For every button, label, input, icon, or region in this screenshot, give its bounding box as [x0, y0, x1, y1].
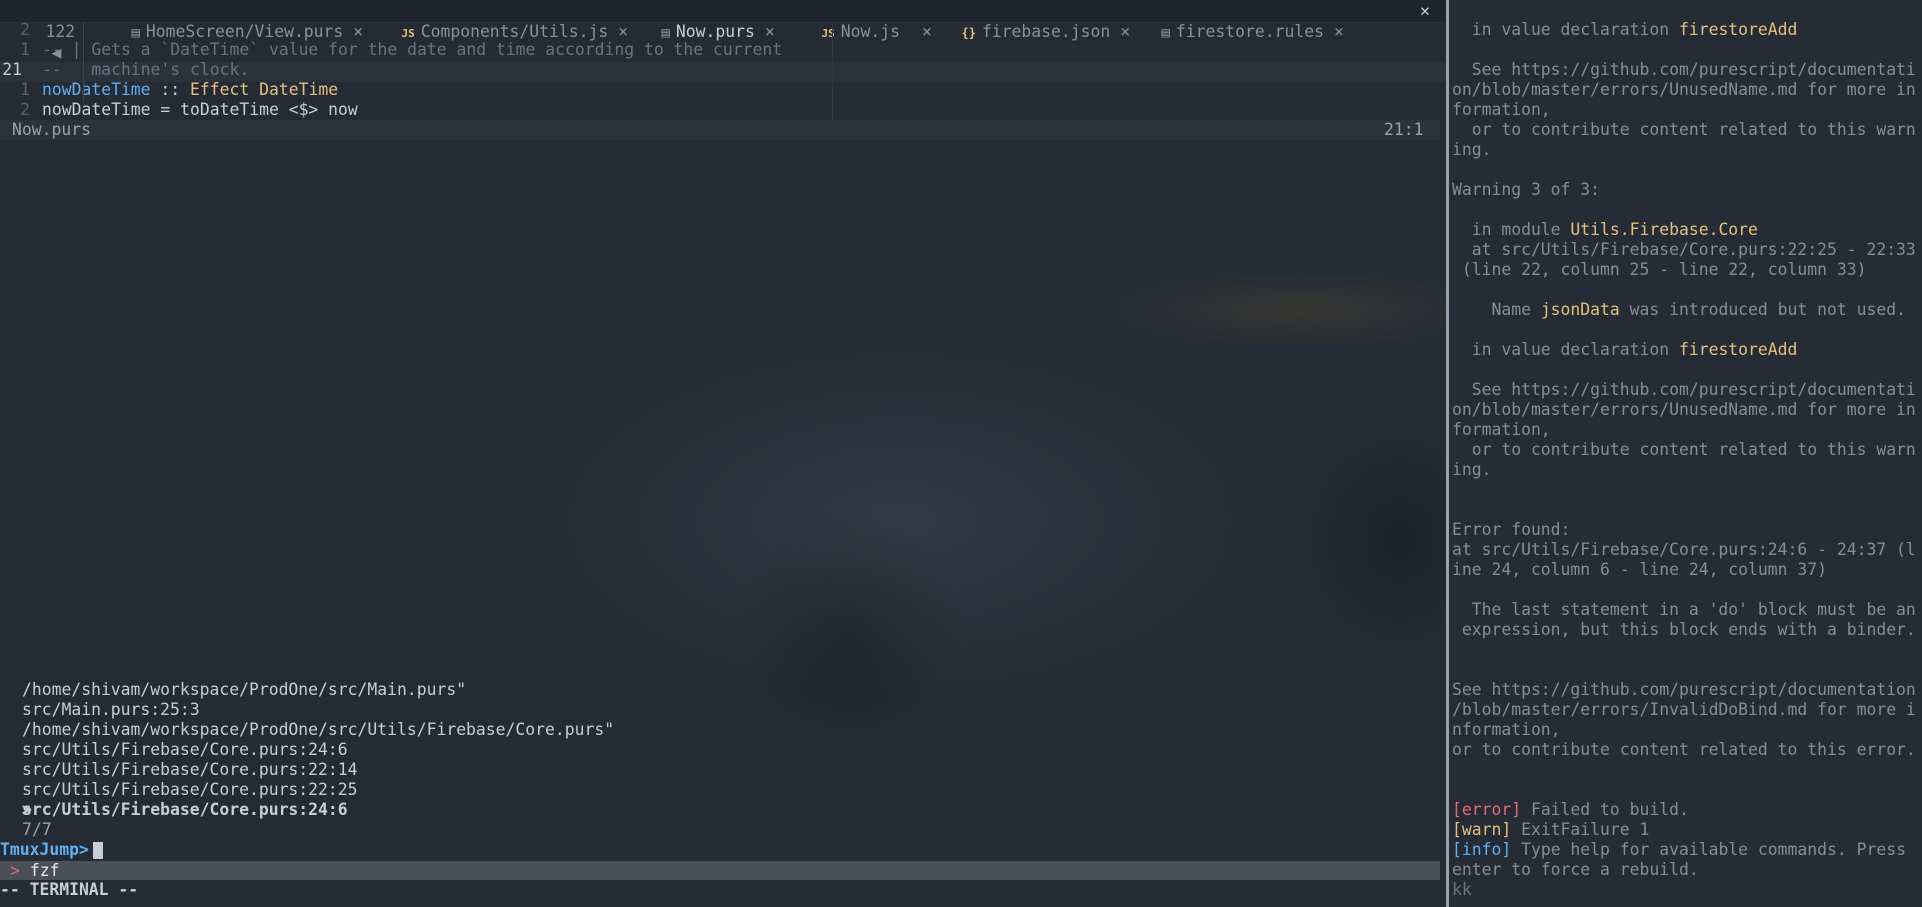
- tab-firestore-rules[interactable]: ▤ firestore.rules ×: [1122, 0, 1343, 41]
- output-line: Name jsonData was introduced but not use…: [1452, 300, 1906, 319]
- output-line: See https://github.com/purescript/docume…: [1452, 680, 1916, 699]
- output-line: ing.: [1452, 140, 1492, 159]
- output-line: at src/Utils/Firebase/Core.purs:24:6 - 2…: [1452, 540, 1916, 559]
- output-line: at src/Utils/Firebase/Core.purs:22:25 - …: [1452, 240, 1916, 259]
- output-line: in module Utils.Firebase.Core: [1452, 220, 1758, 239]
- output-line: See https://github.com/purescript/docume…: [1452, 380, 1916, 399]
- error-tag: [error]: [1452, 800, 1522, 819]
- output-line: enter to force a rebuild.: [1452, 860, 1699, 879]
- fzf-result-item[interactable]: src/Utils/Firebase/Core.purs:24:6: [22, 740, 348, 760]
- current-line-number: 21: [2, 60, 22, 79]
- compiler-output-pane[interactable]: in value declaration firestoreAdd See ht…: [1449, 0, 1922, 907]
- fzf-result-item[interactable]: src/Main.purs:25:3: [22, 700, 200, 720]
- output-line: in value declaration firestoreAdd: [1452, 340, 1798, 359]
- type-signature: Effect DateTime: [190, 80, 339, 99]
- tab-bar: 122 ◀ ▤ HomeScreen/View.purs × JS Component…: [0, 0, 1446, 62]
- fzf-result-item[interactable]: src/Utils/Firebase/Core.purs:22:25: [22, 780, 358, 800]
- close-all-icon[interactable]: ✕: [1420, 0, 1430, 21]
- highlight-identifier: firestoreAdd: [1678, 20, 1798, 39]
- status-line: Now.purs 21:1: [0, 120, 1440, 140]
- cursor-position: 21:1: [1384, 120, 1424, 139]
- error-heading: Error found:: [1452, 520, 1571, 539]
- warning-heading: Warning 3 of 3:: [1452, 180, 1601, 199]
- highlight-identifier: firestoreAdd: [1678, 340, 1798, 359]
- output-line: expression, but this block ends with a b…: [1452, 620, 1916, 639]
- mode-indicator: -- TERMINAL --: [0, 880, 139, 899]
- tab-homescreen-view[interactable]: ▤ HomeScreen/View.purs ×: [92, 0, 363, 41]
- warn-status-line: [warn] ExitFailure 1: [1452, 820, 1650, 839]
- fzf-selected-item[interactable]: src/Utils/Firebase/Core.purs:24:6: [22, 800, 348, 820]
- terminal-title-bar: > fzf: [0, 861, 1440, 880]
- output-line: ine 24, column 6 - line 24, column 37): [1452, 560, 1827, 579]
- type-operator: ::: [150, 80, 191, 99]
- info-tag: [info]: [1452, 840, 1512, 859]
- text-cursor: [92, 842, 103, 859]
- output-line: See https://github.com/purescript/docume…: [1452, 60, 1916, 79]
- fzf-result-item[interactable]: src/Utils/Firebase/Core.purs:22:14: [22, 760, 358, 780]
- output-line: The last statement in a 'do' block must …: [1452, 600, 1916, 619]
- line-number: 1: [20, 80, 30, 99]
- column-guide: [832, 22, 833, 122]
- code-line-definition: nowDateTime = toDateTime <$> now: [42, 100, 358, 119]
- highlight-module: Utils.Firebase.Core: [1570, 220, 1758, 239]
- output-line: or to contribute content related to this…: [1452, 740, 1916, 759]
- output-line: /blob/master/errors/InvalidDoBind.md for…: [1452, 700, 1916, 719]
- output-line: formation,: [1452, 100, 1551, 119]
- output-line: ing.: [1452, 460, 1492, 479]
- output-line: nformation,: [1452, 720, 1561, 739]
- line-number: 1: [20, 40, 30, 59]
- output-line: on/blob/master/errors/UnusedName.md for …: [1452, 80, 1916, 99]
- tab-now-js[interactable]: JS Now.js ×: [782, 0, 931, 41]
- output-line: on/blob/master/errors/UnusedName.md for …: [1452, 400, 1916, 419]
- code-comment-line: -- machine's clock.: [42, 60, 250, 79]
- fzf-prompt[interactable]: TmuxJump>: [0, 840, 103, 860]
- output-line: or to contribute content related to this…: [1452, 440, 1916, 459]
- output-line: formation,: [1452, 420, 1551, 439]
- tab-firebase-json[interactable]: {} firebase.json ×: [922, 0, 1130, 41]
- info-status-line: [info] Type help for available commands.…: [1452, 840, 1906, 859]
- typed-input[interactable]: kk: [1452, 880, 1472, 900]
- tab-components-utils[interactable]: JS Components/Utils.js ×: [362, 0, 628, 41]
- prompt-label: TmuxJump>: [0, 840, 89, 859]
- code-line-signature: nowDateTime :: Effect DateTime: [42, 80, 338, 100]
- status-filename: Now.purs: [12, 120, 91, 139]
- line-number: 2: [20, 20, 30, 39]
- output-line: in value declaration firestoreAdd: [1452, 20, 1798, 39]
- terminal-title: fzf: [29, 861, 60, 880]
- function-name: nowDateTime: [42, 80, 151, 99]
- tab-now-purs[interactable]: ▤ Now.purs ×: [622, 0, 774, 41]
- fzf-result-item[interactable]: /home/shivam/workspace/ProdOne/src/Utils…: [22, 720, 614, 740]
- indent-guide: [83, 22, 84, 102]
- output-line: or to contribute content related to this…: [1452, 120, 1916, 139]
- error-status-line: [error] Failed to build.: [1452, 800, 1689, 819]
- code-comment-line: -- | Gets a `DateTime` value for the dat…: [42, 40, 783, 59]
- warn-tag: [warn]: [1452, 820, 1512, 839]
- highlight-identifier: jsonData: [1540, 300, 1620, 319]
- editor-pane[interactable]: 2 1 -- | Gets a `DateTime` value for the…: [0, 20, 1446, 120]
- line-number: 2: [20, 100, 30, 119]
- fzf-match-count: 7/7: [22, 820, 52, 839]
- output-line: (line 22, column 25 - line 22, column 33…: [1452, 260, 1867, 279]
- fzf-result-item[interactable]: /home/shivam/workspace/ProdOne/src/Main.…: [22, 680, 466, 700]
- buffer-count: 122 ◀: [6, 0, 75, 62]
- chevron-right-icon: >: [10, 861, 20, 880]
